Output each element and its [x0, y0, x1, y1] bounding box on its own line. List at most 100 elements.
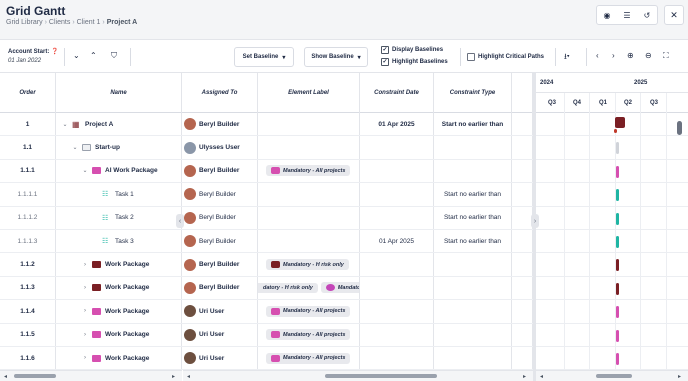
- constraint-type-cell[interactable]: [434, 136, 512, 159]
- grid-pane-scrollbar[interactable]: ◂ ▸: [183, 370, 533, 381]
- scroll-right-arrow-icon[interactable]: ▸: [172, 373, 175, 380]
- constraint-date-cell[interactable]: 01 Apr 2025: [360, 229, 434, 253]
- name-cell[interactable]: ☷ Task 2: [56, 206, 182, 229]
- chevron-right-icon[interactable]: ›: [82, 332, 88, 338]
- assigned-to-cell[interactable]: Uri User: [182, 346, 258, 370]
- breadcrumb-item[interactable]: Grid Library: [6, 19, 43, 26]
- constraint-type-cell[interactable]: [434, 323, 512, 346]
- element-label-cell[interactable]: Mandatory - All projects: [258, 159, 360, 183]
- constraint-type-cell[interactable]: [434, 159, 512, 183]
- table-row[interactable]: 1.1.4 › Work Package Uri User Mandatory - Al…: [0, 300, 533, 324]
- table-row[interactable]: 1.1.6 › Work Package Uri User Mandatory - Al…: [0, 346, 533, 370]
- column-header-assigned-to[interactable]: Assigned To: [182, 73, 258, 113]
- assigned-to-cell[interactable]: Uri User: [182, 323, 258, 346]
- expand-all-icon[interactable]: ⌃: [90, 51, 97, 60]
- column-header-name[interactable]: Name: [56, 73, 182, 113]
- gantt-bar[interactable]: [616, 142, 619, 155]
- constraint-type-cell[interactable]: Start no earlier than: [434, 229, 512, 253]
- assigned-to-cell[interactable]: Beryl Builder: [182, 206, 258, 229]
- name-cell[interactable]: › Work Package: [56, 253, 182, 276]
- table-row[interactable]: 1 ⌄ ▦ Project A Beryl Builder 01 Apr 2025 Star…: [0, 113, 533, 137]
- constraint-date-cell[interactable]: [360, 253, 434, 276]
- scroll-left-icon[interactable]: ‹: [596, 51, 599, 60]
- constraint-date-cell[interactable]: [360, 276, 434, 300]
- gantt-bar[interactable]: [616, 165, 619, 178]
- chevron-down-icon[interactable]: ⌄: [72, 144, 78, 151]
- scrollbar-thumb[interactable]: [596, 374, 632, 378]
- gantt-bar[interactable]: [616, 282, 619, 295]
- name-pane-scrollbar[interactable]: ◂ ▸: [0, 370, 182, 381]
- checkbox-checked-icon[interactable]: ✓: [381, 58, 389, 66]
- column-header-constraint-date[interactable]: Constraint Date: [360, 73, 434, 113]
- table-row[interactable]: 1.1.1.3 ☷ Task 3 Beryl Builder 01 Apr 2025 St…: [0, 229, 533, 254]
- label-tag[interactable]: Mandatory - H risk only: [266, 259, 349, 271]
- checkbox-unchecked-icon[interactable]: [467, 53, 475, 61]
- label-tag[interactable]: Mandatory - All projects: [266, 165, 351, 177]
- constraint-date-cell[interactable]: [360, 136, 434, 159]
- chevron-down-icon[interactable]: ⌄: [82, 167, 88, 174]
- gantt-bar[interactable]: [616, 212, 619, 225]
- label-tag[interactable]: Mandatory - All projects: [266, 305, 351, 317]
- zoom-in-icon[interactable]: ⊕: [627, 51, 634, 60]
- timeline-vertical-scrollbar[interactable]: [677, 113, 682, 371]
- name-cell[interactable]: ⌄ Start-up: [56, 136, 182, 159]
- name-cell[interactable]: › Work Package: [56, 300, 182, 323]
- assigned-to-cell[interactable]: Uri User: [182, 300, 258, 323]
- gantt-bar[interactable]: [616, 189, 619, 202]
- gantt-bar[interactable]: [616, 259, 619, 272]
- table-row[interactable]: 1.1.2 › Work Package Beryl Builder Mandatory…: [0, 253, 533, 277]
- element-label-cell[interactable]: [258, 183, 360, 206]
- chevron-right-icon[interactable]: ›: [82, 262, 88, 268]
- element-label-cell[interactable]: Mandatory - All projects: [258, 346, 360, 370]
- label-tag[interactable]: Mandatory - All projects: [266, 329, 351, 341]
- table-row[interactable]: 1.1.1.1 ☷ Task 1 Beryl Builder Start no earl…: [0, 183, 533, 207]
- label-tag[interactable]: Mandatory -: [320, 282, 359, 294]
- assigned-to-cell[interactable]: Ulysses User: [182, 136, 258, 159]
- scrollbar-thumb[interactable]: [325, 374, 437, 378]
- assigned-to-cell[interactable]: Beryl Builder: [182, 183, 258, 206]
- close-icon[interactable]: ✕: [664, 5, 684, 25]
- chevron-right-icon[interactable]: ›: [82, 285, 88, 291]
- breadcrumb-item[interactable]: Client 1: [77, 19, 101, 26]
- column-header-constraint-type[interactable]: Constraint Type: [434, 73, 512, 113]
- constraint-date-cell[interactable]: [360, 206, 434, 229]
- gantt-bar[interactable]: [616, 353, 619, 365]
- fit-to-screen-icon[interactable]: ⛶: [663, 51, 669, 61]
- filter-clear-icon[interactable]: ⛉: [111, 51, 117, 61]
- chevron-right-icon[interactable]: ›: [82, 308, 88, 314]
- label-tag[interactable]: Mandatory - All projects: [266, 352, 351, 364]
- constraint-date-cell[interactable]: [360, 346, 434, 370]
- assigned-to-cell[interactable]: Beryl Builder: [182, 159, 258, 183]
- constraint-date-cell[interactable]: [360, 183, 434, 206]
- show-baseline-dropdown[interactable]: Show Baseline ▾: [304, 47, 368, 67]
- name-cell[interactable]: › Work Package: [56, 276, 182, 300]
- collapse-left-handle[interactable]: ‹: [176, 214, 184, 228]
- element-label-cell[interactable]: [258, 229, 360, 253]
- constraint-date-cell[interactable]: [360, 323, 434, 346]
- timeline-scrollbar[interactable]: ◂ ▸: [536, 370, 688, 381]
- constraint-date-cell[interactable]: [360, 159, 434, 183]
- assigned-to-cell[interactable]: Beryl Builder: [182, 113, 258, 136]
- table-row[interactable]: 1.1.3 › Work Package Beryl Builder datory - …: [0, 276, 533, 301]
- chevron-right-icon[interactable]: ›: [82, 355, 88, 361]
- gantt-bar[interactable]: [616, 236, 619, 248]
- name-cell[interactable]: ⌄ AI Work Package: [56, 159, 182, 183]
- name-cell[interactable]: › Work Package: [56, 346, 182, 370]
- checkbox-checked-icon[interactable]: ✓: [381, 46, 389, 54]
- element-label-cell[interactable]: Mandatory - All projects: [258, 323, 360, 346]
- table-row[interactable]: 1.1.1.2 ☷ Task 2 Beryl Builder Start no earl…: [0, 206, 533, 230]
- collapse-all-icon[interactable]: ⌄: [73, 51, 80, 60]
- scroll-left-arrow-icon[interactable]: ◂: [187, 373, 190, 380]
- breadcrumb-item[interactable]: Clients: [49, 19, 70, 26]
- scroll-right-arrow-icon[interactable]: ▸: [523, 373, 526, 380]
- constraint-type-cell[interactable]: [434, 276, 512, 300]
- table-row[interactable]: 1.1.5 › Work Package Uri User Mandatory - Al…: [0, 323, 533, 347]
- element-label-cell[interactable]: datory - H risk only Mandatory -: [258, 276, 360, 300]
- display-baselines-checkbox[interactable]: ✓ Display Baselines: [381, 46, 443, 54]
- gantt-bar[interactable]: [616, 329, 619, 342]
- highlight-baselines-checkbox[interactable]: ✓ Highlight Baselines: [381, 58, 448, 66]
- element-label-cell[interactable]: Mandatory - All projects: [258, 300, 360, 323]
- element-label-cell[interactable]: [258, 113, 360, 136]
- table-row[interactable]: 1.1.1 ⌄ AI Work Package Beryl Builder Mandat…: [0, 159, 533, 184]
- undo-icon[interactable]: ↺: [637, 6, 657, 24]
